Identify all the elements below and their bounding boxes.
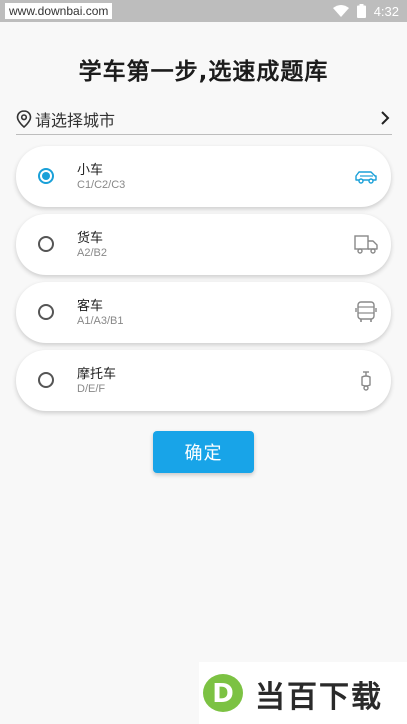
- svg-text:D: D: [212, 679, 234, 709]
- option-name: 小车: [77, 163, 104, 178]
- status-icons: 4:32: [332, 0, 399, 22]
- wifi-icon: [332, 5, 349, 17]
- status-time: 4:32: [373, 3, 399, 19]
- brand-watermark-text: 当百下载: [255, 680, 383, 715]
- option-truck[interactable]: 货车 A2/B2: [16, 214, 391, 275]
- car-icon: [355, 171, 377, 184]
- option-license: C1/C2/C3: [77, 179, 126, 191]
- city-selector[interactable]: 请选择城市: [16, 103, 392, 135]
- option-name: 摩托车: [77, 367, 117, 382]
- location-pin-icon: [16, 109, 32, 128]
- radio-bus[interactable]: [38, 304, 54, 320]
- confirm-button[interactable]: 确定: [153, 431, 254, 473]
- option-license: D/E/F: [77, 383, 106, 395]
- option-name: 客车: [77, 299, 104, 314]
- battery-icon: [356, 4, 366, 18]
- brand-watermark: D 当百下载: [199, 662, 407, 724]
- city-selector-label: 请选择城市: [35, 110, 116, 130]
- option-car[interactable]: 小车 C1/C2/C3: [16, 146, 391, 207]
- chevron-right-icon: [381, 111, 390, 125]
- brand-logo-icon: D: [203, 674, 243, 712]
- option-name: 货车: [77, 231, 104, 246]
- radio-motorcycle[interactable]: [38, 372, 54, 388]
- bus-icon: [355, 301, 377, 322]
- truck-icon: [354, 235, 378, 254]
- option-license: A1/A3/B1: [77, 315, 124, 327]
- status-bar: www.downbai.com 4:32: [0, 0, 407, 22]
- page-title: 学车第一步,选速成题库: [78, 59, 329, 85]
- option-bus[interactable]: 客车 A1/A3/B1: [16, 282, 391, 343]
- radio-car[interactable]: [38, 168, 54, 184]
- option-motorcycle[interactable]: 摩托车 D/E/F: [16, 350, 391, 411]
- radio-truck[interactable]: [38, 236, 54, 252]
- option-license: A2/B2: [77, 247, 107, 259]
- scooter-icon: [361, 371, 371, 391]
- watermark-url: www.downbai.com: [5, 3, 113, 19]
